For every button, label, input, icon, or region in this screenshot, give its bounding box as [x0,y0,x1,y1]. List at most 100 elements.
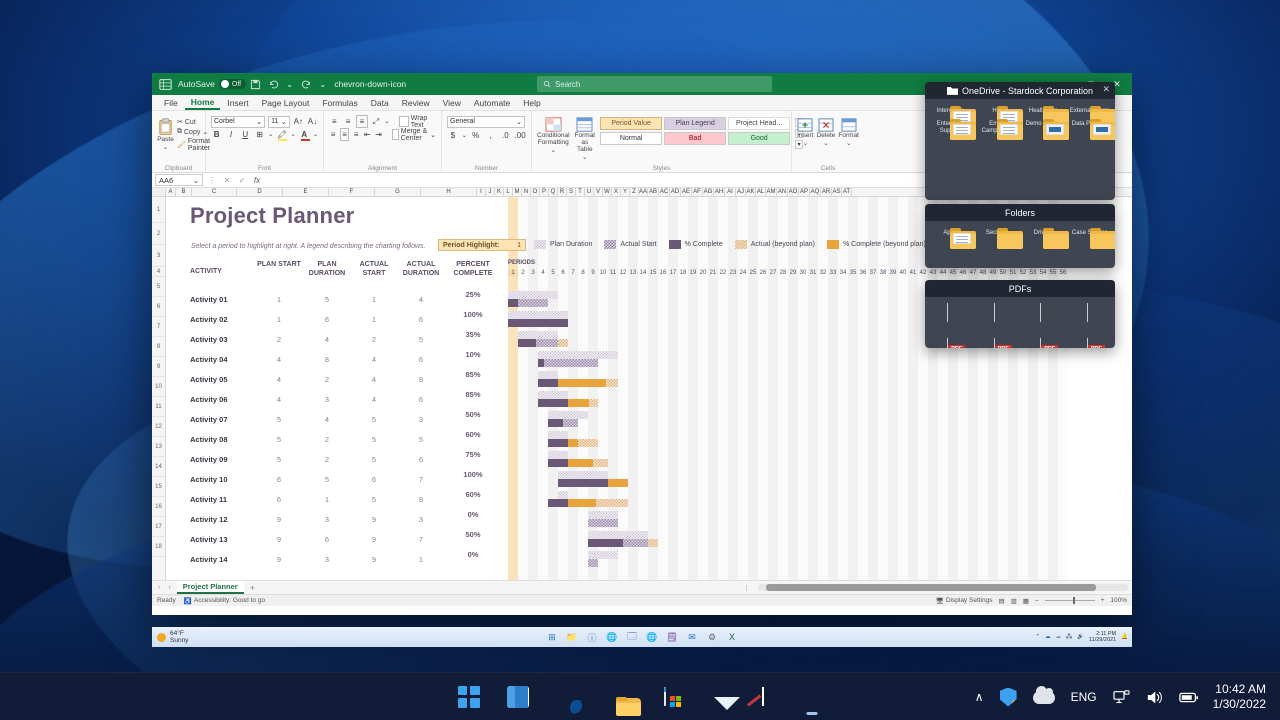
photos-button[interactable] [743,677,783,717]
column-header-AM[interactable]: AM [766,188,777,196]
fence-item-external-share[interactable]: External Share [1067,104,1115,127]
cell-actual-start[interactable]: 1 [350,315,398,324]
column-header-H[interactable]: H [421,188,477,196]
cell-plan-duration[interactable]: 1 [303,495,351,504]
sheet-tab-bar[interactable]: ‹ › Project Planner + ⋮ [152,580,1132,594]
inner-taskbar-mail-icon[interactable]: ✉ [686,631,699,644]
period-26[interactable]: 26 [758,270,768,276]
fence-item-healthcare[interactable]: Healthcare [1020,104,1070,127]
cell-actual-duration[interactable]: 6 [397,395,445,404]
cell-plan-duration[interactable]: 5 [303,295,351,304]
period-46[interactable]: 46 [958,270,968,276]
period-52[interactable]: 52 [1018,270,1028,276]
horizontal-scrollbar[interactable] [758,584,1128,591]
network-icon[interactable] [1105,677,1138,717]
fence-item-security[interactable]: Security [974,226,1023,249]
cell-actual-duration[interactable]: 3 [397,515,445,524]
redo-dropdown-icon[interactable]: ⌄ [319,79,326,90]
column-header-Z[interactable]: Z [630,188,639,196]
align-top-icon[interactable]: ≡ [329,115,340,128]
period-32[interactable]: 32 [818,270,828,276]
period-16[interactable]: 16 [658,270,668,276]
period-24[interactable]: 24 [738,270,748,276]
column-header-P[interactable]: P [540,188,549,196]
period-6[interactable]: 6 [558,270,568,276]
column-header-N[interactable]: N [522,188,531,196]
fence-folders[interactable]: Folders AppsSecurityDriversCase Studies [925,204,1115,268]
period-42[interactable]: 42 [918,270,928,276]
cell-styles-gallery[interactable]: Period Value Plan Legend Project Head... No… [600,117,791,145]
column-header-F[interactable]: F [329,188,375,196]
cell-plan-start[interactable]: 9 [255,515,303,524]
fence-item-help-desk-tickets[interactable]: PDFHelp Desk Tickets [1067,302,1114,348]
display-settings-button[interactable]: 🖥 Display Settings [936,597,993,605]
ribbon-tab-review[interactable]: Review [396,97,436,109]
period-30[interactable]: 30 [798,270,808,276]
fence-item-company-calendar[interactable]: PDFCompany Calendar [927,302,974,348]
cell-actual-start[interactable]: 9 [350,535,398,544]
cell-actual-duration[interactable]: 1 [397,555,445,564]
cell-percent-complete[interactable]: 0% [444,550,502,559]
fence-onedrive[interactable]: OneDrive - Stardock Corporation Intervie… [925,82,1115,200]
borders-icon[interactable]: ⊞ [254,128,265,141]
zoom-level[interactable]: 100% [1110,597,1127,604]
period-22[interactable]: 22 [718,270,728,276]
cell-plan-start[interactable]: 6 [255,475,303,484]
taskbar-system-tray[interactable]: ∧ ENG 10:42 AM 1/30/2022 [967,673,1276,720]
period-35[interactable]: 35 [848,270,858,276]
column-header-S[interactable]: S [567,188,576,196]
zoom-in-button[interactable]: + [1101,597,1105,604]
cell-plan-start[interactable]: 9 [255,535,303,544]
inner-taskbar-icons[interactable]: ⊞ 📁 ⓘ 🌐 🗔 🌐 🗒 ✉ ⚙ Ⅹ [546,631,739,644]
number-format-select[interactable]: General ⌄ [447,115,525,128]
inner-tray-overflow-icon[interactable]: ⌃ [1035,634,1040,640]
cell-plan-start[interactable]: 2 [255,335,303,344]
period-54[interactable]: 54 [1038,270,1048,276]
start-button[interactable] [449,677,489,717]
period-43[interactable]: 43 [928,270,938,276]
column-header-AS[interactable]: AS [832,188,842,196]
insert-dropdown-icon[interactable]: ⌄ [803,139,808,147]
cancel-icon[interactable]: ✕ [221,176,233,185]
period-19[interactable]: 19 [688,270,698,276]
period-51[interactable]: 51 [1008,270,1018,276]
align-bottom-icon[interactable]: ≡ [356,115,368,128]
row-header-15[interactable]: 15 [152,477,165,497]
wrap-text-button[interactable]: Wrap Text [399,115,436,129]
fence-onedrive-items[interactable]: InterviewsHRHealthcareExternal ShareEnte… [925,99,1115,141]
ribbon-tab-home[interactable]: Home [184,96,221,110]
borders-dropdown-icon[interactable]: ⌄ [268,131,273,138]
align-center-icon[interactable]: ≡ [340,128,350,141]
column-header-M[interactable]: M [513,188,522,196]
taskbar-clock[interactable]: 10:42 AM 1/30/2022 [1207,682,1276,712]
accessibility-status[interactable]: ♿ Accessibility: Good to go [184,597,265,605]
column-header-AP[interactable]: AP [799,188,810,196]
inner-tray-network-icon[interactable]: 🖧 [1066,633,1072,642]
align-middle-icon[interactable]: ≡ [343,115,354,128]
cell-actual-start[interactable]: 9 [350,515,398,524]
period-47[interactable]: 47 [968,270,978,276]
period-10[interactable]: 10 [598,270,608,276]
cell-actual-start[interactable]: 6 [350,475,398,484]
column-header-I[interactable]: I [477,188,486,196]
increase-decimal-icon[interactable]: .0 [499,129,511,142]
cell-style-good[interactable]: Good [728,132,791,145]
row-header-13[interactable]: 13 [152,437,165,457]
horizontal-scrollbar-thumb[interactable] [766,584,1096,591]
normal-view-icon[interactable]: ▤ [998,597,1004,605]
row-header-8[interactable]: 8 [152,337,165,357]
cell-plan-duration[interactable]: 4 [303,335,351,344]
cell-plan-start[interactable]: 4 [255,355,303,364]
decrease-decimal-icon[interactable]: .00 [514,129,526,142]
cell-style-period-value[interactable]: Period Value [600,117,663,130]
row-header-9[interactable]: 9 [152,357,165,377]
sheet-tab-project-planner[interactable]: Project Planner [176,581,244,594]
underline-button[interactable]: U [240,128,251,141]
ribbon-tab-help[interactable]: Help [517,97,546,109]
taskbar-center-icons[interactable] [449,677,832,717]
language-indicator[interactable]: ENG [1063,677,1105,717]
bold-button[interactable]: B [211,128,222,141]
name-box-dropdown-icon[interactable]: ⌄ [193,176,199,185]
column-header-AQ[interactable]: AQ [810,188,821,196]
period-48[interactable]: 48 [978,270,988,276]
